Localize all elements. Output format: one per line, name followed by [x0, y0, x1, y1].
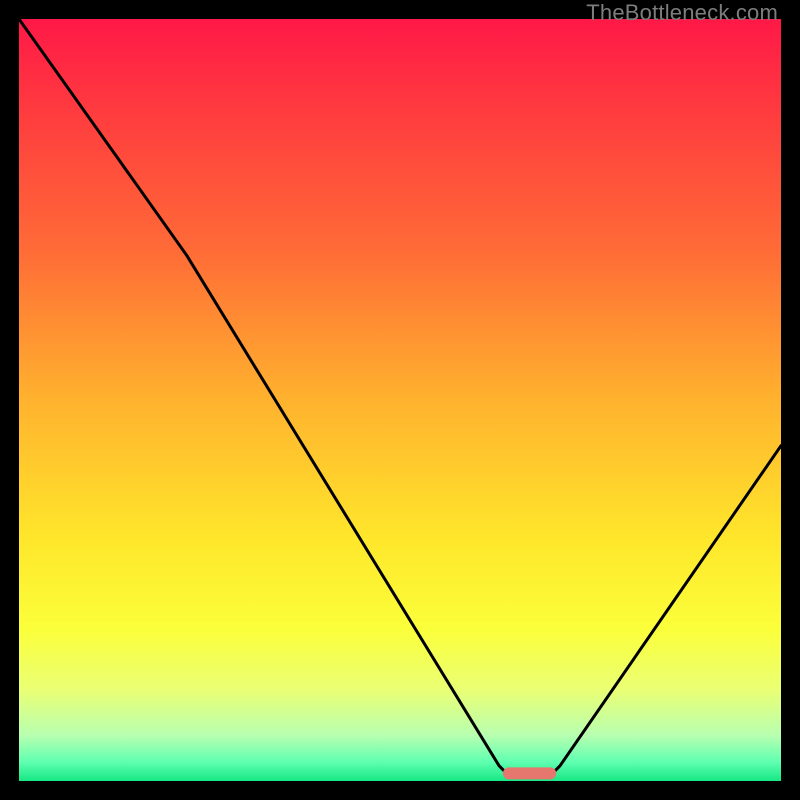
optimal-marker — [503, 767, 556, 779]
chart-frame — [19, 19, 781, 781]
bottleneck-chart — [19, 19, 781, 781]
watermark-text: TheBottleneck.com — [586, 0, 778, 26]
gradient-background — [19, 19, 781, 781]
